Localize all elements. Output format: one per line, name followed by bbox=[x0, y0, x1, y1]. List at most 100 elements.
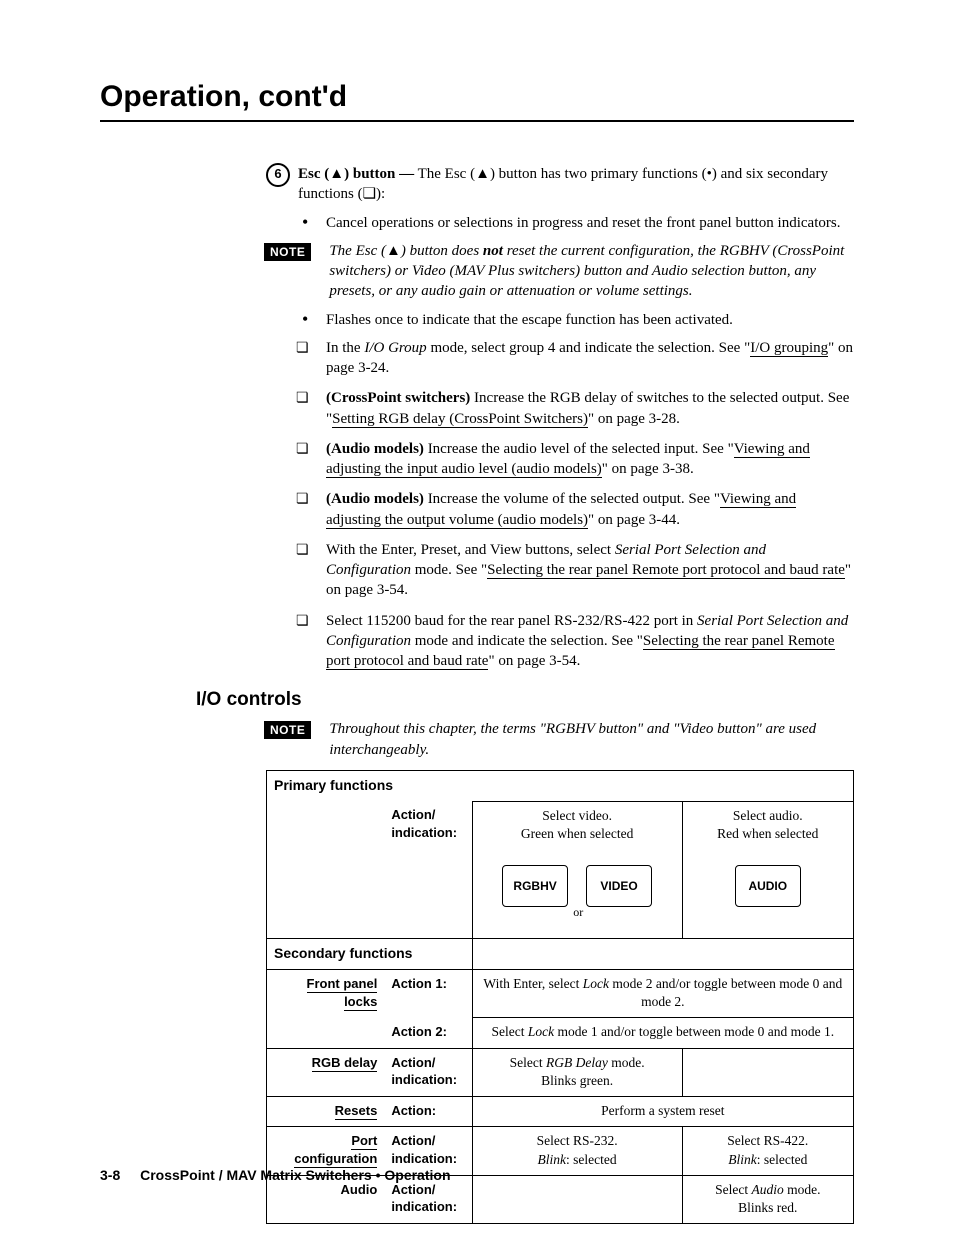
text: Select 115200 baud for the rear panel RS… bbox=[326, 613, 697, 629]
cell-video-buttons: RGBHV VIDEO or bbox=[472, 849, 682, 939]
secondary-box-list: In the I/O Group mode, select group 4 an… bbox=[296, 338, 854, 672]
cell-rgb-delay: Select RGB Delay mode. Blinks green. bbox=[472, 1048, 682, 1096]
secondary-item: With the Enter, Preset, and View buttons… bbox=[296, 540, 854, 601]
text: " on page 3-54. bbox=[488, 653, 580, 669]
table-row: RGB delay Action/indication: Select RGB … bbox=[267, 1048, 854, 1096]
note-text: Throughout this chapter, the terms "RGBH… bbox=[325, 719, 854, 760]
cell-port-rs232: Select RS-232.Blink: selected bbox=[472, 1127, 682, 1175]
text: With the Enter, Preset, and View buttons… bbox=[326, 542, 615, 558]
text-em: I/O Group bbox=[364, 340, 426, 356]
cell-empty bbox=[267, 1018, 385, 1048]
text: Red when selected bbox=[717, 826, 818, 841]
rgbhv-button-icon: RGBHV bbox=[502, 865, 568, 907]
text: With Enter, select bbox=[483, 976, 582, 991]
text-em: RGB Delay bbox=[546, 1055, 608, 1070]
cell-audio-mode: Select Audio mode. Blinks red. bbox=[682, 1175, 853, 1223]
text: : selected bbox=[757, 1152, 808, 1167]
text: Select bbox=[491, 1024, 527, 1039]
table-row: Action/indication: Select video. Green wh… bbox=[267, 801, 854, 849]
page-footer: 3-8 CrossPoint / MAV Matrix Switchers • … bbox=[100, 1167, 451, 1183]
button-diagram: RGBHV VIDEO or bbox=[480, 854, 675, 918]
primary-bullet-item: Flashes once to indicate that the escape… bbox=[296, 310, 854, 330]
note-block: NOTE Throughout this chapter, the terms … bbox=[264, 719, 854, 760]
text: Blinks green. bbox=[541, 1073, 613, 1088]
io-controls-body: NOTE Throughout this chapter, the terms … bbox=[266, 719, 854, 1224]
note-text-pre: The Esc (▲) button does bbox=[329, 243, 483, 259]
text: Select audio. bbox=[733, 808, 803, 823]
text-em: Blink bbox=[728, 1152, 757, 1167]
text: mode, select group 4 and indicate the se… bbox=[427, 340, 751, 356]
cell-empty bbox=[472, 939, 853, 970]
primary-bullet-item: Cancel operations or selections in progr… bbox=[296, 213, 854, 233]
table-row: Secondary functions bbox=[267, 939, 854, 970]
cell-select-video: Select video. Green when selected bbox=[472, 801, 682, 849]
cell-action-label: Action 1: bbox=[384, 969, 472, 1017]
audio-button-icon: AUDIO bbox=[735, 865, 801, 907]
body-area: 6 Esc (▲) button — The Esc (▲) button ha… bbox=[266, 164, 854, 671]
text: mode. See " bbox=[411, 562, 487, 578]
text: Select video. bbox=[542, 808, 612, 823]
text-bold: (Audio models) bbox=[326, 441, 424, 457]
page-number: 3-8 bbox=[100, 1167, 120, 1183]
page-title: Operation, cont'd bbox=[100, 80, 854, 114]
row-label-rgb-delay: RGB delay bbox=[267, 1048, 385, 1096]
functions-table: Primary functions Action/indication: Sel… bbox=[266, 770, 854, 1224]
button-diagram: AUDIO bbox=[690, 854, 846, 918]
secondary-item: (CrossPoint switchers) Increase the RGB … bbox=[296, 388, 854, 429]
text-em: Audio bbox=[751, 1182, 783, 1197]
document-page: Operation, cont'd 6 Esc (▲) button — The… bbox=[0, 0, 954, 1235]
cell-port-rs422: Select RS-422. Blink: selected bbox=[682, 1127, 853, 1175]
text-bold: (Audio models) bbox=[326, 491, 424, 507]
text: RGB delay bbox=[312, 1055, 378, 1072]
text: mode 2 and/or toggle between mode 0 and … bbox=[609, 976, 842, 1009]
table-row: Action 2: Select Lock mode 1 and/or togg… bbox=[267, 1018, 854, 1048]
table-row: Front panellocks Action 1: With Enter, s… bbox=[267, 969, 854, 1017]
text: Green when selected bbox=[521, 826, 633, 841]
text: " on page 3-38. bbox=[602, 461, 694, 477]
secondary-functions-header: Secondary functions bbox=[267, 939, 473, 970]
text: Select bbox=[510, 1055, 546, 1070]
secondary-item: In the I/O Group mode, select group 4 an… bbox=[296, 338, 854, 379]
text-em: Blink bbox=[538, 1152, 567, 1167]
primary-functions-header: Primary functions bbox=[267, 770, 854, 801]
cell-empty bbox=[267, 801, 385, 849]
cell-fpl-action2: Select Lock mode 1 and/or toggle between… bbox=[472, 1018, 853, 1048]
secondary-item: (Audio models) Increase the audio level … bbox=[296, 439, 854, 480]
note-text: The Esc (▲) button does not reset the cu… bbox=[325, 241, 854, 302]
cell-audio-button: AUDIO bbox=[682, 849, 853, 939]
text-em: Lock bbox=[583, 976, 609, 991]
text: mode. bbox=[784, 1182, 821, 1197]
text: mode. bbox=[608, 1055, 645, 1070]
primary-bullet-list-2: Flashes once to indicate that the escape… bbox=[296, 310, 854, 330]
cell-action-label: Action: bbox=[384, 1097, 472, 1127]
cell-empty bbox=[267, 849, 385, 939]
text: Select bbox=[715, 1182, 751, 1197]
table-row: Primary functions bbox=[267, 770, 854, 801]
text: Increase the volume of the selected outp… bbox=[424, 491, 720, 507]
cell-empty bbox=[682, 1048, 853, 1096]
secondary-item: (Audio models) Increase the volume of th… bbox=[296, 489, 854, 530]
row-label-resets: Resets bbox=[267, 1097, 385, 1127]
cross-reference-link[interactable]: Setting RGB delay (CrossPoint Switchers) bbox=[332, 411, 588, 428]
text: mode 1 and/or toggle between mode 0 and … bbox=[554, 1024, 834, 1039]
note-not: not bbox=[483, 243, 503, 259]
cell-resets: Perform a system reset bbox=[472, 1097, 853, 1127]
secondary-item: Select 115200 baud for the rear panel RS… bbox=[296, 611, 854, 672]
text-bold: (CrossPoint switchers) bbox=[326, 390, 470, 406]
table-row: Resets Action: Perform a system reset bbox=[267, 1097, 854, 1127]
text: mode and indicate the selection. See " bbox=[411, 633, 643, 649]
esc-intro-text: Esc (▲) button — The Esc (▲) button has … bbox=[298, 164, 854, 205]
cell-empty bbox=[472, 1175, 682, 1223]
esc-intro-paragraph: 6 Esc (▲) button — The Esc (▲) button ha… bbox=[266, 164, 854, 205]
cell-action-label: Action/indication: bbox=[384, 1048, 472, 1096]
text: Select RS-422. bbox=[727, 1133, 808, 1148]
cell-select-audio: Select audio. Red when selected bbox=[682, 801, 853, 849]
title-rule bbox=[100, 120, 854, 122]
cross-reference-link[interactable]: Selecting the rear panel Remote port pro… bbox=[487, 562, 845, 579]
primary-bullet-list: Cancel operations or selections in progr… bbox=[296, 213, 854, 233]
text: : selected bbox=[566, 1152, 617, 1167]
cross-reference-link[interactable]: I/O grouping bbox=[750, 340, 828, 357]
note-badge-icon: NOTE bbox=[264, 721, 311, 739]
text: Blinks red. bbox=[738, 1200, 797, 1215]
cell-action-label: Action/indication: bbox=[384, 801, 472, 849]
